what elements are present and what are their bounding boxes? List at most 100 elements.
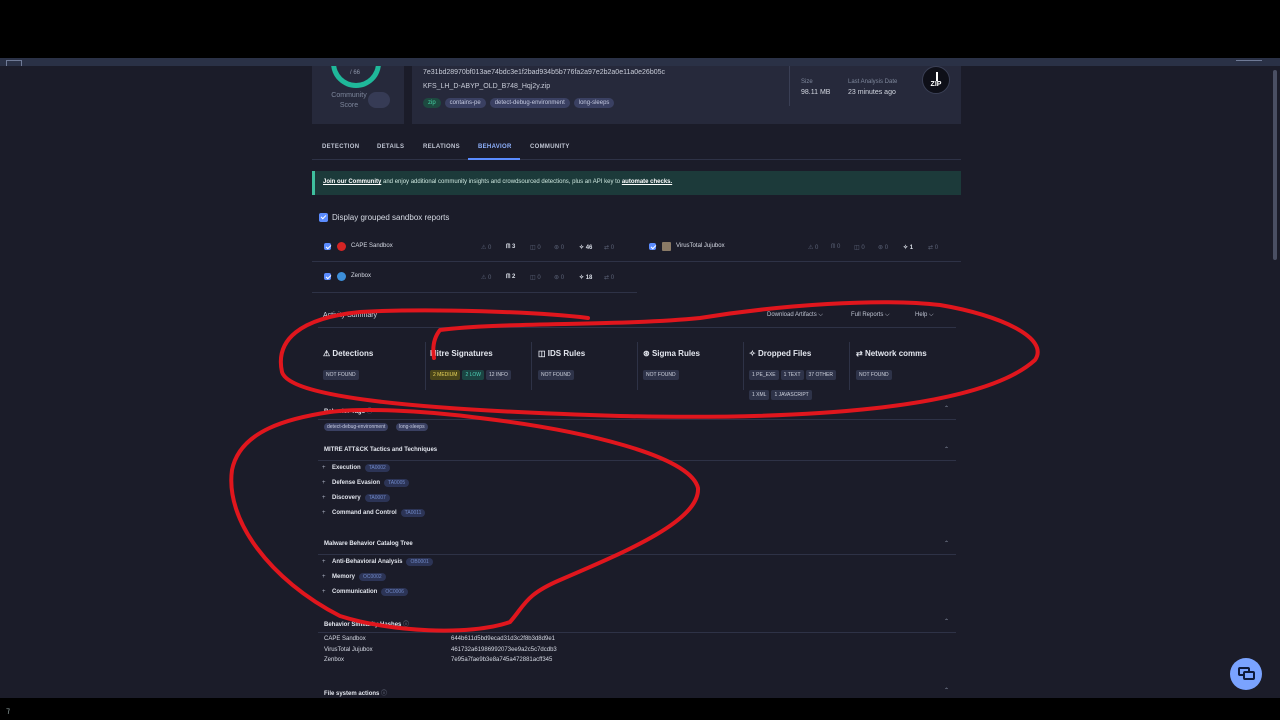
metric-detections: ⚠ 0	[481, 245, 492, 251]
file-system-header[interactable]: File system actions ⓘ ⌃	[318, 684, 956, 698]
mbc-item[interactable]: + Anti-Behavioral Analysis OB0001	[322, 558, 433, 566]
page-content: / 66 Community Score 7e31bd28970bf013ae7…	[0, 66, 1280, 698]
file-tags: zip contains-pe detect-debug-environment…	[423, 98, 615, 108]
screen-bezel-top	[0, 0, 1280, 62]
jujubox-icon	[662, 242, 671, 251]
tab-detection[interactable]: DETECTION	[322, 144, 359, 150]
mitre-tactic[interactable]: + Execution TA0002	[322, 464, 390, 472]
sandbox-checkbox[interactable]	[649, 243, 656, 250]
size-label: Size	[801, 79, 813, 85]
mitre-tactic[interactable]: + Discovery TA0007	[322, 494, 390, 502]
mbc-item[interactable]: + Communication OC0006	[322, 588, 408, 596]
stat-pill: 1 TEXT	[780, 370, 804, 380]
expand-icon: +	[322, 480, 326, 486]
zip-file-icon: ZIP	[922, 66, 950, 94]
sandbox-name[interactable]: Zenbox	[351, 273, 371, 279]
download-artifacts-dropdown[interactable]: Download Artifacts ⌵	[767, 312, 823, 319]
scrollbar[interactable]	[1273, 70, 1277, 260]
expand-icon: +	[322, 559, 326, 565]
chevron-down-icon: ⌵	[885, 312, 890, 318]
file-icon: ✧	[749, 349, 756, 358]
collapse-icon[interactable]: ⌃	[944, 618, 949, 625]
file-name: KFS_LH_D-ABYP_OLD_B748_Hqj2y.zip	[423, 83, 551, 90]
behavior-tag[interactable]: long-sleeps	[396, 423, 428, 431]
file-tag[interactable]: zip	[423, 98, 441, 108]
mitre-header[interactable]: MITRE ATT&CK Tactics and Techniques ⌃	[318, 443, 956, 461]
section-title: Behavior Similarity Hashes	[324, 622, 402, 628]
info-icon[interactable]: ⓘ	[381, 691, 387, 697]
mitre-tactic[interactable]: + Command and Control TA0011	[322, 509, 426, 517]
chat-support-button[interactable]	[1230, 658, 1262, 690]
metric-ids: ◫ 0	[530, 245, 541, 251]
join-community-link[interactable]: Join our Community	[323, 179, 381, 185]
behavior-tag[interactable]: detect-debug-environment	[324, 423, 389, 431]
grouped-reports-checkbox[interactable]	[319, 213, 328, 222]
divider	[789, 66, 790, 106]
divider	[318, 327, 956, 328]
stat-pill: 1 XML	[749, 390, 770, 400]
metric-network: ⇄ 0	[604, 275, 615, 281]
tab-behavior[interactable]: BEHAVIOR	[478, 144, 512, 150]
community-vote-icon[interactable]	[368, 92, 390, 108]
sandbox-name[interactable]: CAPE Sandbox	[351, 243, 393, 249]
file-hash[interactable]: 7e31bd28970bf013ae74bdc3e1f2bad934b5b776…	[423, 69, 665, 76]
stat-pill: 1 JAVASCRIPT	[771, 390, 812, 400]
divider	[531, 342, 532, 390]
mitre-tactic[interactable]: + Defense Evasion TA0005	[322, 479, 410, 487]
info-icon[interactable]: ⓘ	[367, 409, 373, 415]
sandbox-checkbox[interactable]	[324, 243, 331, 250]
chevron-down-icon: ⌵	[929, 312, 934, 318]
mbc-header[interactable]: Malware Behavior Catalog Tree ⌃	[318, 537, 956, 555]
expand-icon: +	[322, 465, 326, 471]
last-analysis-label: Last Analysis Date	[848, 79, 898, 85]
divider	[425, 342, 426, 390]
tab-community[interactable]: COMMUNITY	[530, 144, 570, 150]
metric-dropped: ✧ 18	[579, 275, 593, 281]
mbc-code: OC0002	[359, 573, 386, 581]
info-icon[interactable]: ⓘ	[403, 622, 409, 628]
file-tag[interactable]: detect-debug-environment	[489, 98, 570, 108]
behavior-tags-header[interactable]: Behavior Tags ⓘ ⌃	[318, 402, 956, 420]
metric-dropped: ✧ 1	[903, 245, 914, 251]
sandbox-checkbox[interactable]	[324, 273, 331, 280]
tab-details[interactable]: DETAILS	[377, 144, 404, 150]
similarity-hash[interactable]: 7e95a7fae9b3e8a745a472881acff345	[451, 657, 552, 663]
metric-detections: ⚠ 0	[481, 275, 492, 281]
tactic-code: TA0005	[384, 479, 410, 487]
collapse-icon[interactable]: ⌃	[944, 446, 949, 453]
file-tag[interactable]: contains-pe	[444, 98, 486, 108]
section-title: Malware Behavior Catalog Tree	[324, 541, 413, 547]
collapse-icon[interactable]: ⌃	[944, 405, 949, 412]
ids-icon: ◫	[538, 349, 546, 358]
collapse-icon[interactable]: ⌃	[944, 540, 949, 547]
corner-mark-icon: ⁊	[6, 706, 10, 715]
stat-pill: NOT FOUND	[323, 370, 359, 380]
size-value: 98.11 MB	[801, 89, 831, 96]
similarity-hash[interactable]: 461732a61986992073ee9a2c5c7dcdb3	[451, 647, 557, 653]
warning-icon: ⚠	[323, 349, 331, 358]
browser-toolbar	[0, 58, 1280, 66]
tactic-code: TA0007	[364, 494, 390, 502]
report-tabs: DETECTION DETAILS RELATIONS BEHAVIOR COM…	[312, 136, 961, 160]
stat-pill: 2 MEDIUM	[430, 370, 461, 380]
sandbox-name[interactable]: VirusTotal Jujubox	[676, 243, 725, 249]
file-tag[interactable]: long-sleeps	[573, 98, 615, 108]
collapse-icon[interactable]: ⌃	[944, 687, 949, 694]
automate-checks-link[interactable]: automate checks.	[622, 179, 672, 185]
stat-title: Mitre Signatures	[430, 349, 493, 358]
banner-text: Join our Community and enjoy additional …	[323, 179, 673, 185]
tab-relations[interactable]: RELATIONS	[423, 144, 460, 150]
similarity-hash[interactable]: 644b611d5bd9ecad31d3c2f8b3d8d9e1	[451, 636, 555, 642]
metric-mitre: ᗰ 0	[831, 244, 841, 250]
help-dropdown[interactable]: Help ⌵	[915, 312, 934, 319]
metric-ids: ◫ 0	[530, 275, 541, 281]
score-card: / 66 Community Score	[312, 66, 404, 124]
metric-dropped: ✧ 46	[579, 245, 593, 251]
similarity-header[interactable]: Behavior Similarity Hashes ⓘ ⌃	[318, 615, 956, 633]
full-reports-dropdown[interactable]: Full Reports ⌵	[851, 312, 890, 319]
mbc-item[interactable]: + Memory OC0002	[322, 573, 386, 581]
expand-icon: +	[322, 574, 326, 580]
metric-sigma: ⊛ 0	[554, 275, 565, 281]
mbc-code: OB0001	[406, 558, 433, 566]
community-score-label: Community Score	[331, 92, 367, 109]
